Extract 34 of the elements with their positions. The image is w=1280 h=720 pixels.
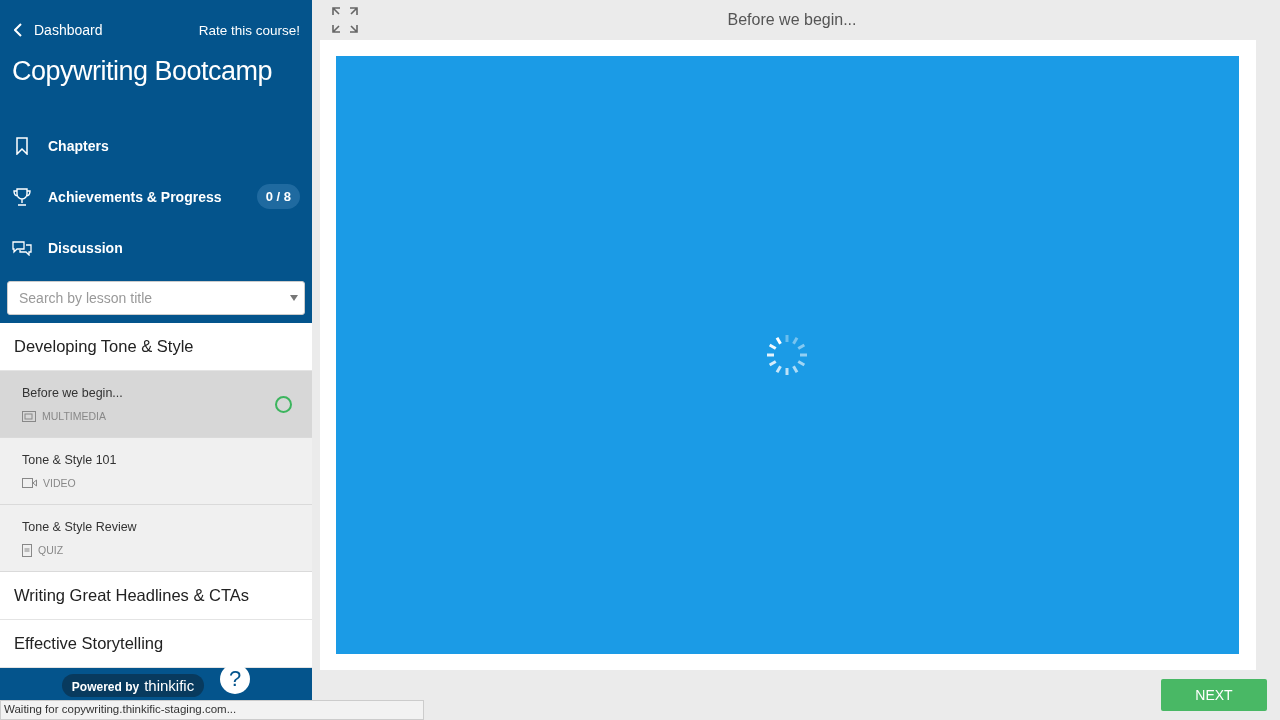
chat-bubbles-icon — [12, 239, 32, 256]
screen-icon — [22, 410, 36, 422]
back-chevron-icon — [14, 23, 22, 37]
chapter-item[interactable]: Effective Storytelling — [0, 620, 312, 668]
search-field[interactable]: Search by lesson title — [7, 281, 305, 315]
chapter-item[interactable]: Developing Tone & Style — [0, 323, 312, 371]
nav-item[interactable]: Chapters — [48, 137, 300, 154]
rate-course-link[interactable]: Rate this course! — [198, 22, 300, 38]
help-button[interactable]: ? — [220, 664, 251, 694]
powered-by-text: Powered by — [71, 680, 140, 694]
lesson-item[interactable]: Tone & Style Review QUIZ — [0, 505, 312, 572]
lesson-item[interactable]: Before we begin... MULTIMEDIA — [0, 371, 312, 438]
lesson-title: Tone & Style 101 — [22, 453, 118, 467]
lesson-item[interactable]: Tone & Style 101 VIDEO — [0, 438, 312, 505]
lesson-type: VIDEO — [43, 477, 76, 489]
powered-by-badge[interactable]: Powered by thinkific — [61, 674, 205, 697]
lesson-heading: Before we begin... — [727, 11, 857, 29]
brand-text: thinkific — [144, 677, 195, 694]
lesson-type: MULTIMEDIA — [42, 410, 106, 422]
video-camera-icon — [22, 478, 37, 488]
dropdown-caret-icon — [290, 295, 298, 301]
lesson-title: Before we begin... — [22, 386, 124, 400]
status-bar: Waiting for copywriting.thinkific-staging.com... — [0, 700, 424, 720]
nav-item[interactable]: Achievements & Progress — [48, 188, 257, 205]
nav-item[interactable]: Discussion — [48, 239, 300, 256]
dashboard-link[interactable]: Dashboard — [14, 22, 103, 38]
chapter-item[interactable]: Writing Great Headlines & CTAs — [0, 572, 312, 620]
fullscreen-icon[interactable] — [330, 5, 360, 35]
course-title: Copywriting Bootcamp — [11, 55, 274, 88]
progress-count: 0 / 8 — [256, 184, 300, 209]
lesson-type: QUIZ — [38, 544, 64, 556]
lesson-title: Tone & Style Review — [22, 519, 138, 534]
quiz-sheet-icon — [22, 543, 32, 557]
trophy-icon — [12, 187, 32, 206]
